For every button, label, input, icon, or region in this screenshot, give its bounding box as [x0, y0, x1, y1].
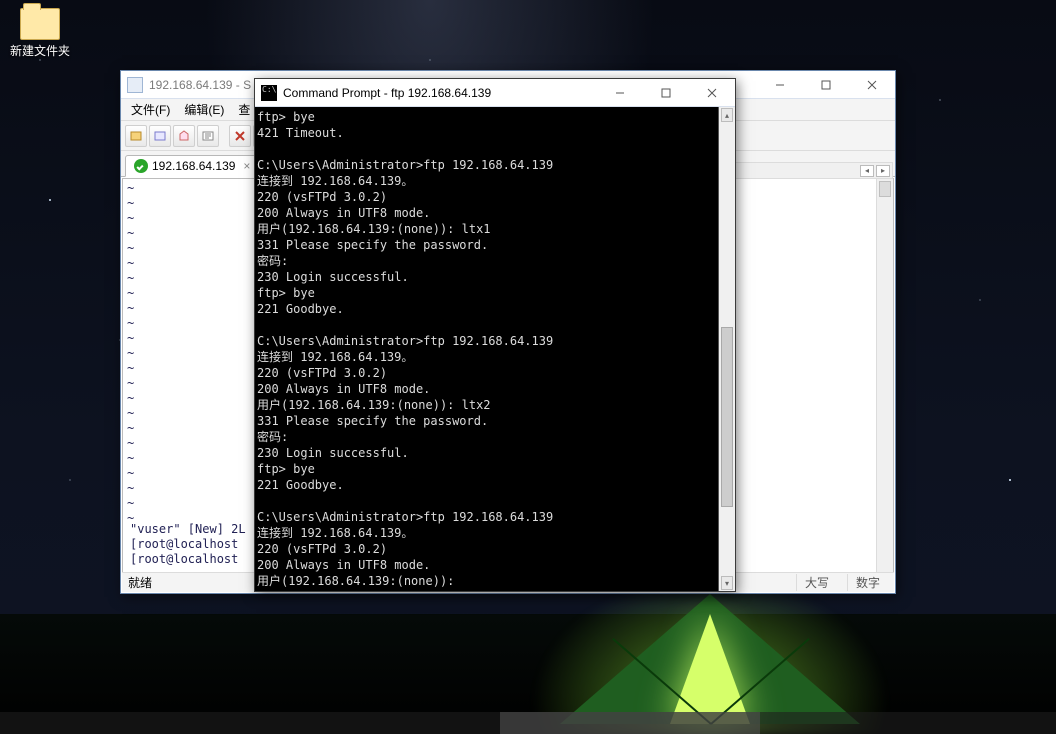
ssh-close-button[interactable] — [849, 71, 895, 99]
folder-icon — [20, 8, 60, 40]
ssh-maximize-button[interactable] — [803, 71, 849, 99]
toolbar-button[interactable] — [173, 125, 195, 147]
toolbar-disconnect-button[interactable] — [229, 125, 251, 147]
cmd-scrollbar[interactable]: ▴ ▾ — [718, 107, 735, 591]
cmd-close-button[interactable] — [689, 79, 735, 107]
cmd-output: ftp> bye 421 Timeout. C:\Users\Administr… — [257, 109, 729, 589]
panel-scrollbar[interactable] — [876, 179, 893, 572]
tab-close-icon[interactable]: × — [243, 159, 250, 173]
ssh-minimize-button[interactable] — [757, 71, 803, 99]
status-left: 就绪 — [128, 574, 152, 591]
session-tab[interactable]: 192.168.64.139 × — [125, 155, 259, 177]
taskbar-item[interactable] — [500, 712, 760, 734]
toolbar-button[interactable] — [197, 125, 219, 147]
desktop-folder[interactable]: 新建文件夹 — [8, 8, 72, 58]
cmd-titlebar[interactable]: Command Prompt - ftp 192.168.64.139 — [255, 79, 735, 107]
ssh-app-icon — [127, 77, 143, 93]
cmd-app-icon — [261, 85, 277, 101]
toolbar-button[interactable] — [149, 125, 171, 147]
cmd-title: Command Prompt - ftp 192.168.64.139 — [283, 86, 597, 100]
menu-file[interactable]: 文件(F) — [125, 99, 176, 120]
terminal-pane[interactable]: ~ ~ ~ ~ ~ ~ ~ ~ ~ ~ ~ ~ ~ ~ ~ ~ ~ ~ ~ ~ … — [122, 178, 254, 573]
nav-left-button[interactable]: ◂ — [860, 165, 874, 177]
cmd-terminal[interactable]: ftp> bye 421 Timeout. C:\Users\Administr… — [255, 107, 735, 591]
status-caps: 大写 — [796, 574, 837, 591]
scroll-thumb[interactable] — [721, 327, 733, 507]
connected-icon — [134, 159, 148, 173]
scroll-down-button[interactable]: ▾ — [721, 576, 733, 590]
desktop-folder-label: 新建文件夹 — [8, 44, 72, 58]
session-tab-label: 192.168.64.139 — [152, 159, 235, 173]
command-prompt-window[interactable]: Command Prompt - ftp 192.168.64.139 ftp>… — [254, 78, 736, 592]
nav-right-button[interactable]: ▸ — [876, 165, 890, 177]
cmd-maximize-button[interactable] — [643, 79, 689, 107]
toolbar-button[interactable] — [125, 125, 147, 147]
vim-tildes: ~ ~ ~ ~ ~ ~ ~ ~ ~ ~ ~ ~ ~ ~ ~ ~ ~ ~ ~ ~ … — [123, 179, 254, 528]
menu-search[interactable]: 查 — [232, 99, 256, 120]
status-num: 数字 — [847, 574, 888, 591]
terminal-bottom-lines: "vuser" [New] 2L [root@localhost [root@l… — [126, 520, 250, 569]
cmd-minimize-button[interactable] — [597, 79, 643, 107]
taskbar[interactable] — [0, 712, 1056, 734]
scroll-up-button[interactable]: ▴ — [721, 108, 733, 122]
menu-edit[interactable]: 编辑(E) — [178, 99, 230, 120]
